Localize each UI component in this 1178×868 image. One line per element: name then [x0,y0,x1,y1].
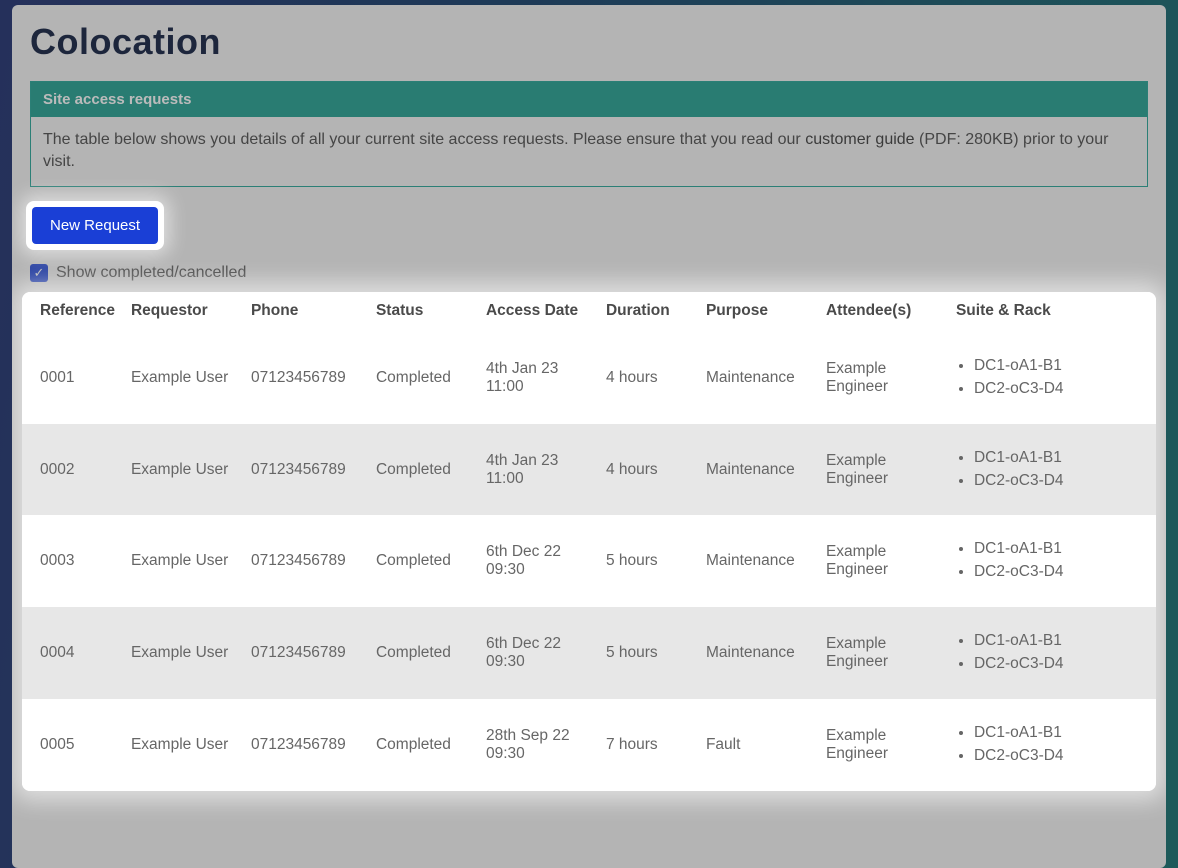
table-header-row: Reference Requestor Phone Status Access … [22,292,1156,332]
info-panel-heading: Site access requests [31,82,1147,117]
cell-duration: 4 hours [598,424,698,516]
new-request-highlight: New Request [26,201,164,250]
rack-list: DC1-oA1-B1DC2-oC3-D4 [956,448,1142,492]
rack-list: DC1-oA1-B1DC2-oC3-D4 [956,356,1142,400]
rack-list: DC1-oA1-B1DC2-oC3-D4 [956,539,1142,583]
cell-status: Completed [368,699,478,791]
cell-attendees: Example Engineer [818,332,948,424]
cell-phone: 07123456789 [243,515,368,607]
cell-requestor: Example User [123,515,243,607]
rack-item: DC2-oC3-D4 [974,379,1142,400]
col-header-requestor: Requestor [123,292,243,332]
rack-list: DC1-oA1-B1DC2-oC3-D4 [956,723,1142,767]
col-header-purpose: Purpose [698,292,818,332]
cell-reference: 0005 [22,699,123,791]
cell-access-date: 6th Dec 2209:30 [478,607,598,699]
cell-requestor: Example User [123,699,243,791]
cell-phone: 07123456789 [243,424,368,516]
checkmark-icon: ✓ [34,266,45,279]
cell-purpose: Maintenance [698,515,818,607]
rack-item: DC2-oC3-D4 [974,562,1142,583]
rack-item: DC2-oC3-D4 [974,746,1142,767]
cell-status: Completed [368,515,478,607]
cell-phone: 07123456789 [243,699,368,791]
cell-requestor: Example User [123,424,243,516]
cell-access-date: 6th Dec 2209:30 [478,515,598,607]
cell-suite-rack: DC1-oA1-B1DC2-oC3-D4 [948,515,1156,607]
col-header-suite-rack: Suite & Rack [948,292,1156,332]
col-header-attendees: Attendee(s) [818,292,948,332]
col-header-reference: Reference [22,292,123,332]
cell-reference: 0004 [22,607,123,699]
cell-access-date: 28th Sep 2209:30 [478,699,598,791]
cell-requestor: Example User [123,332,243,424]
col-header-status: Status [368,292,478,332]
table-row: 0003Example User07123456789Completed6th … [22,515,1156,607]
cell-access-date: 4th Jan 2311:00 [478,332,598,424]
rack-item: DC2-oC3-D4 [974,471,1142,492]
cell-purpose: Maintenance [698,607,818,699]
cell-access-date: 4th Jan 2311:00 [478,424,598,516]
cell-reference: 0001 [22,332,123,424]
col-header-duration: Duration [598,292,698,332]
cell-attendees: Example Engineer [818,515,948,607]
show-completed-label: Show completed/cancelled [56,264,246,282]
rack-list: DC1-oA1-B1DC2-oC3-D4 [956,631,1142,675]
rack-item: DC1-oA1-B1 [974,356,1142,377]
cell-attendees: Example Engineer [818,424,948,516]
rack-item: DC1-oA1-B1 [974,631,1142,652]
cell-reference: 0002 [22,424,123,516]
requests-table-wrap: Reference Requestor Phone Status Access … [22,292,1156,791]
customer-guide-link[interactable]: customer guide [805,131,914,148]
table-row: 0002Example User07123456789Completed4th … [22,424,1156,516]
rack-item: DC2-oC3-D4 [974,654,1142,675]
table-row: 0001Example User07123456789Completed4th … [22,332,1156,424]
cell-duration: 7 hours [598,699,698,791]
show-completed-checkbox[interactable]: ✓ [30,264,48,282]
table-row: 0005Example User07123456789Completed28th… [22,699,1156,791]
new-request-button[interactable]: New Request [32,207,158,244]
filter-row: ✓ Show completed/cancelled [30,264,1166,282]
cell-requestor: Example User [123,607,243,699]
cell-purpose: Maintenance [698,424,818,516]
cell-reference: 0003 [22,515,123,607]
cell-suite-rack: DC1-oA1-B1DC2-oC3-D4 [948,607,1156,699]
cell-suite-rack: DC1-oA1-B1DC2-oC3-D4 [948,424,1156,516]
cell-phone: 07123456789 [243,332,368,424]
cell-attendees: Example Engineer [818,607,948,699]
info-panel-body: The table below shows you details of all… [31,117,1147,186]
info-text-prefix: The table below shows you details of all… [43,131,805,148]
rack-item: DC1-oA1-B1 [974,448,1142,469]
rack-item: DC1-oA1-B1 [974,539,1142,560]
page-title: Colocation [30,21,1166,63]
col-header-access-date: Access Date [478,292,598,332]
cell-duration: 5 hours [598,607,698,699]
info-text-middle: (PDF: 280KB) [915,131,1019,148]
col-header-phone: Phone [243,292,368,332]
requests-table: Reference Requestor Phone Status Access … [22,292,1156,791]
info-panel: Site access requests The table below sho… [30,81,1148,187]
table-row: 0004Example User07123456789Completed6th … [22,607,1156,699]
cell-duration: 4 hours [598,332,698,424]
cell-status: Completed [368,607,478,699]
cell-status: Completed [368,424,478,516]
cell-purpose: Maintenance [698,332,818,424]
cell-duration: 5 hours [598,515,698,607]
cell-phone: 07123456789 [243,607,368,699]
cell-purpose: Fault [698,699,818,791]
cell-suite-rack: DC1-oA1-B1DC2-oC3-D4 [948,699,1156,791]
cell-suite-rack: DC1-oA1-B1DC2-oC3-D4 [948,332,1156,424]
main-card: Colocation Site access requests The tabl… [12,5,1166,868]
cell-status: Completed [368,332,478,424]
rack-item: DC1-oA1-B1 [974,723,1142,744]
cell-attendees: Example Engineer [818,699,948,791]
